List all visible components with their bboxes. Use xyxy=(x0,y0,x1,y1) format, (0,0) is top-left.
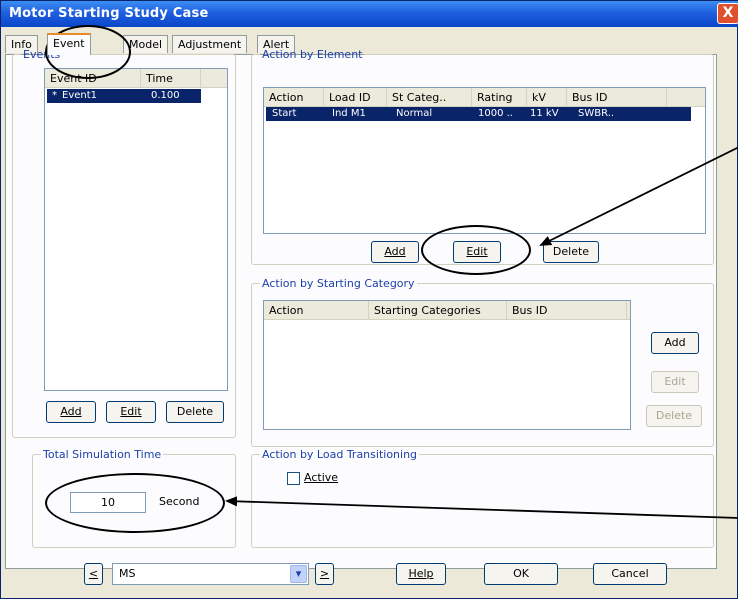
total-simulation-time-title: Total Simulation Time xyxy=(43,448,162,461)
bus-id-cell: SWBR.. xyxy=(578,108,615,119)
kv-cell: 11 kV xyxy=(530,108,559,119)
element-add-button[interactable]: Add xyxy=(371,241,419,263)
action-by-starting-category-title: Action by Starting Category xyxy=(262,277,415,290)
column-header-action[interactable]: Action xyxy=(264,88,324,107)
column-header-bus-id[interactable]: Bus ID xyxy=(567,88,667,107)
events-edit-button[interactable]: Edit xyxy=(106,401,156,423)
table-row[interactable]: * Event1 0.100 xyxy=(47,89,201,103)
tab-event[interactable]: Event xyxy=(47,33,91,55)
active-checkbox[interactable] xyxy=(287,472,300,485)
cancel-button[interactable]: Cancel xyxy=(593,563,667,585)
window-title: Motor Starting Study Case xyxy=(9,6,209,21)
action-by-load-transitioning-title: Action by Load Transitioning xyxy=(262,448,418,461)
table-row[interactable]: Start Ind M1 Normal 1000 .. 11 kV SWBR.. xyxy=(266,107,691,121)
rating-cell: 1000 .. xyxy=(478,108,513,119)
title-bar[interactable]: Motor Starting Study Case X xyxy=(1,1,738,27)
action-by-element-header: Action Load ID St Categ.. Rating kV Bus … xyxy=(264,88,705,107)
study-case-value: MS xyxy=(119,567,136,580)
close-button[interactable]: X xyxy=(717,3,738,24)
chevron-down-icon[interactable]: ▾ xyxy=(290,565,307,583)
motor-starting-study-case-dialog: Motor Starting Study Case X Info Event M… xyxy=(0,0,738,599)
load-id-cell: Ind M1 xyxy=(332,108,366,119)
starting-category-list[interactable]: Action Starting Categories Bus ID xyxy=(263,300,631,430)
column-header-sc-action[interactable]: Action xyxy=(264,301,369,320)
event-marker: * xyxy=(52,90,57,101)
previous-case-button[interactable]: < xyxy=(84,563,103,585)
column-header-load-id[interactable]: Load ID xyxy=(324,88,387,107)
events-list[interactable]: Event ID Time * Event1 0.100 xyxy=(44,68,228,391)
column-header-time[interactable]: Time xyxy=(141,69,201,88)
column-header-sc-bus-id[interactable]: Bus ID xyxy=(507,301,627,320)
action-by-load-transitioning-group: Action by Load Transitioning xyxy=(251,448,714,548)
starting-category-header: Action Starting Categories Bus ID xyxy=(264,301,630,320)
element-delete-button[interactable]: Delete xyxy=(543,241,599,263)
ok-button[interactable]: OK xyxy=(484,563,558,585)
action-by-element-title: Action by Element xyxy=(262,48,363,61)
column-header-rating[interactable]: Rating xyxy=(472,88,527,107)
st-categ-cell: Normal xyxy=(396,108,433,119)
next-case-button[interactable]: > xyxy=(315,563,334,585)
column-header-st-categ[interactable]: St Categ.. xyxy=(387,88,472,107)
event-time-cell: 0.100 xyxy=(151,90,180,101)
event-id-cell: Event1 xyxy=(62,90,98,101)
help-button[interactable]: Help xyxy=(396,563,446,585)
simulation-time-highlight-ellipse xyxy=(45,473,225,533)
study-case-select[interactable]: MS ▾ xyxy=(112,563,309,585)
action-by-element-list[interactable]: Action Load ID St Categ.. Rating kV Bus … xyxy=(263,87,706,234)
category-add-button[interactable]: Add xyxy=(651,332,699,354)
category-delete-button[interactable]: Delete xyxy=(646,405,702,427)
column-header-kv[interactable]: kV xyxy=(527,88,567,107)
events-add-button[interactable]: Add xyxy=(46,401,96,423)
edit-button-highlight-ellipse xyxy=(421,225,531,275)
events-delete-button[interactable]: Delete xyxy=(166,401,224,423)
column-header-starting-categories[interactable]: Starting Categories xyxy=(369,301,507,320)
active-checkbox-label: Active xyxy=(304,471,339,484)
action-cell: Start xyxy=(272,108,297,119)
category-edit-button[interactable]: Edit xyxy=(651,371,699,393)
